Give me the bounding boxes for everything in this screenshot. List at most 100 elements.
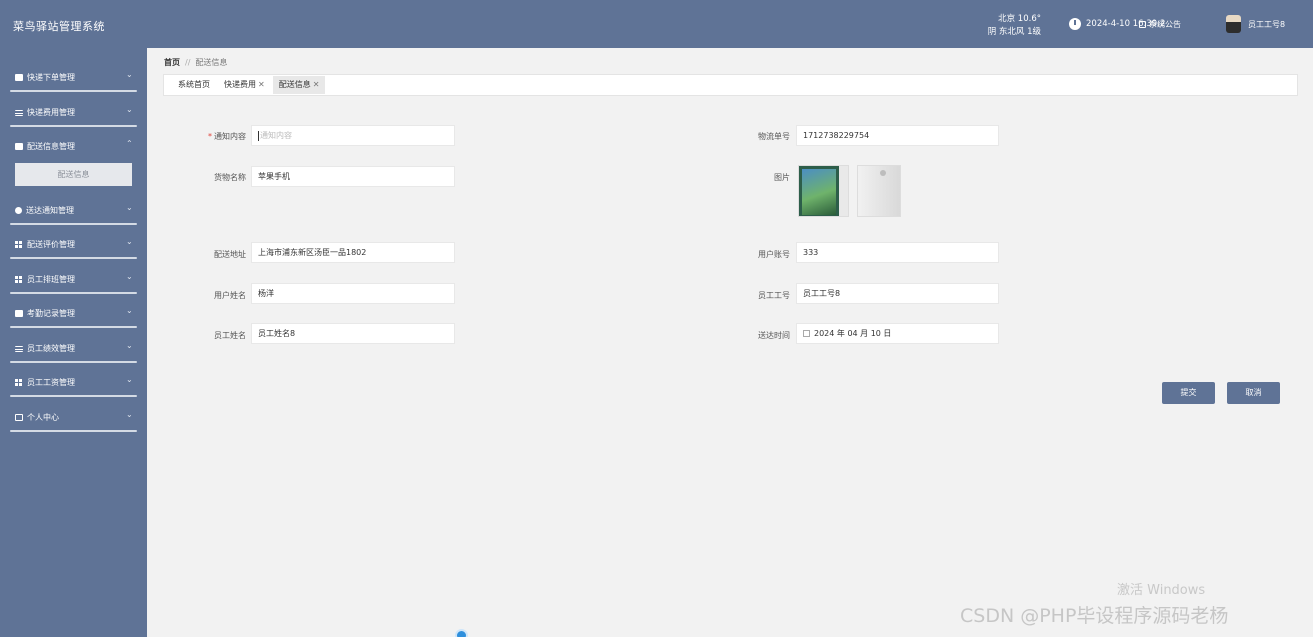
top-bar: 菜鸟驿站管理系统 北京 10.6° 阴 东北风 1级 2024-4-10 16:… bbox=[0, 0, 1313, 48]
tracking-no-field[interactable]: 1712738229754 bbox=[796, 125, 999, 146]
text-cursor bbox=[258, 130, 259, 141]
address-label: 配送地址 bbox=[214, 250, 246, 259]
sidebar-item-label: 快递费用管理 bbox=[27, 108, 75, 117]
delivered-time-label: 送达时间 bbox=[758, 331, 790, 340]
sidebar-item-delivery-review[interactable]: 配送评价管理 ⌄ bbox=[0, 225, 147, 259]
phone-front-image[interactable] bbox=[798, 165, 849, 217]
sidebar-item-express-order[interactable]: 快递下单管理 ⌄ bbox=[0, 58, 147, 92]
chevron-down-icon: ⌄ bbox=[126, 105, 133, 114]
app-title: 菜鸟驿站管理系统 bbox=[13, 20, 105, 33]
sidebar: 快递下单管理 ⌄ 快递费用管理 ⌄ 配送信息管理 ⌃ 配送信息 送达通知管理 ⌄… bbox=[0, 48, 147, 637]
weather-widget: 北京 10.6° 阴 东北风 1级 bbox=[985, 13, 1041, 39]
tab-label: 配送信息 bbox=[278, 80, 311, 89]
chevron-down-icon: ⌄ bbox=[126, 203, 133, 212]
sidebar-item-personal-center[interactable]: 个人中心 ⌄ bbox=[0, 398, 147, 432]
system-notice-label: 系统公告 bbox=[1149, 20, 1181, 29]
notify-content-input[interactable]: 通知内容 bbox=[251, 125, 455, 146]
calendar-icon bbox=[803, 330, 810, 337]
chevron-down-icon: ⌄ bbox=[126, 306, 133, 315]
goods-name-label: 货物名称 bbox=[214, 173, 246, 182]
clock-icon bbox=[1069, 18, 1081, 30]
grid-icon bbox=[15, 379, 23, 386]
sidebar-item-label: 个人中心 bbox=[27, 413, 59, 422]
sidebar-item-attendance[interactable]: 考勤记录管理 ⌄ bbox=[0, 294, 147, 328]
pin-icon bbox=[15, 207, 22, 214]
avatar bbox=[1226, 15, 1241, 33]
required-mark: * bbox=[208, 132, 212, 141]
staff-name-field[interactable]: 员工姓名8 bbox=[251, 323, 455, 344]
sidebar-item-label: 员工绩效管理 bbox=[27, 344, 75, 353]
chevron-down-icon: ⌄ bbox=[126, 375, 133, 384]
close-icon[interactable]: ✕ bbox=[258, 80, 265, 89]
grid-icon bbox=[15, 276, 23, 283]
sidebar-item-label: 送达通知管理 bbox=[26, 206, 74, 215]
sidebar-item-label: 配送信息管理 bbox=[27, 142, 75, 151]
sliders-icon bbox=[15, 345, 23, 352]
menu-divider bbox=[10, 395, 137, 397]
tab-bar: 系统首页 快递费用 ✕ 配送信息 ✕ bbox=[163, 74, 1298, 96]
user-name-field[interactable]: 杨洋 bbox=[251, 283, 455, 304]
address-field[interactable]: 上海市浦东新区汤臣一品1802 bbox=[251, 242, 455, 263]
placeholder-text: 通知内容 bbox=[260, 131, 292, 140]
sidebar-item-label: 考勤记录管理 bbox=[27, 309, 75, 318]
speaker-icon bbox=[1139, 21, 1146, 28]
breadcrumb-current: 配送信息 bbox=[195, 58, 228, 67]
sidebar-item-performance[interactable]: 员工绩效管理 ⌄ bbox=[0, 329, 147, 363]
notify-content-label: * 通知内容 bbox=[176, 131, 246, 142]
user-account-label: 用户账号 bbox=[758, 250, 790, 259]
weather-wind: 阴 东北风 1级 bbox=[987, 27, 1041, 37]
list-icon bbox=[15, 109, 23, 116]
tab-label: 快递费用 bbox=[224, 80, 256, 89]
close-icon[interactable]: ✕ bbox=[313, 80, 320, 89]
tab-express-fee[interactable]: 快递费用 ✕ bbox=[218, 76, 271, 94]
weather-temp: 北京 10.6° bbox=[998, 14, 1041, 24]
menu-divider bbox=[10, 430, 137, 432]
staff-no-label: 员工工号 bbox=[758, 291, 790, 300]
menu-divider bbox=[10, 257, 137, 259]
sidebar-item-express-fee[interactable]: 快递费用管理 ⌄ bbox=[0, 93, 147, 127]
menu-divider bbox=[10, 326, 137, 328]
breadcrumb-home[interactable]: 首页 bbox=[164, 58, 180, 67]
tab-label: 系统首页 bbox=[178, 80, 210, 89]
windows-activation-watermark: 激活 Windows bbox=[1117, 583, 1206, 598]
phone-back-image[interactable] bbox=[857, 165, 901, 217]
delivered-time-picker[interactable]: 2024 年 04 月 10 日 bbox=[796, 323, 999, 344]
monitor-icon bbox=[15, 74, 23, 81]
chevron-down-icon: ⌄ bbox=[126, 410, 133, 419]
user-menu[interactable]: 员工工号8 bbox=[1226, 15, 1285, 33]
sidebar-item-delivery-info[interactable]: 配送信息管理 ⌃ bbox=[0, 127, 147, 161]
chevron-down-icon: ⌄ bbox=[126, 70, 133, 79]
staff-name-label: 员工姓名 bbox=[214, 331, 246, 340]
id-card-icon bbox=[15, 414, 23, 421]
tab-system-home[interactable]: 系统首页 bbox=[172, 76, 216, 94]
product-images bbox=[798, 165, 901, 217]
grid-icon bbox=[15, 241, 23, 248]
sidebar-item-staff-schedule[interactable]: 员工排班管理 ⌄ bbox=[0, 260, 147, 294]
chevron-down-icon: ⌄ bbox=[126, 237, 133, 246]
floating-scroll-handle[interactable] bbox=[455, 629, 468, 637]
menu-divider bbox=[10, 90, 137, 92]
staff-no-field[interactable]: 员工工号8 bbox=[796, 283, 999, 304]
label-text: 通知内容 bbox=[214, 132, 246, 141]
sidebar-item-label: 快递下单管理 bbox=[27, 73, 75, 82]
submit-button[interactable]: 提交 bbox=[1162, 382, 1215, 404]
sidebar-item-salary[interactable]: 员工工资管理 ⌄ bbox=[0, 363, 147, 397]
goods-name-field[interactable]: 苹果手机 bbox=[251, 166, 455, 187]
user-name-label: 用户姓名 bbox=[214, 291, 246, 300]
csdn-watermark: CSDN @PHP毕设程序源码老杨 bbox=[960, 605, 1229, 627]
image-label: 图片 bbox=[774, 173, 790, 182]
user-account-field[interactable]: 333 bbox=[796, 242, 999, 263]
submenu-delivery-info[interactable]: 配送信息 bbox=[15, 163, 132, 186]
sidebar-item-label: 员工排班管理 bbox=[27, 275, 75, 284]
breadcrumb: 首页 // 配送信息 bbox=[164, 57, 227, 68]
chevron-down-icon: ⌄ bbox=[126, 341, 133, 350]
chevron-down-icon: ⌄ bbox=[126, 272, 133, 281]
tab-delivery-info[interactable]: 配送信息 ✕ bbox=[272, 76, 326, 94]
cancel-button[interactable]: 取消 bbox=[1227, 382, 1280, 404]
date-value: 2024 年 04 月 10 日 bbox=[814, 329, 892, 338]
chevron-up-icon: ⌃ bbox=[126, 139, 133, 148]
user-name: 员工工号8 bbox=[1248, 19, 1286, 29]
breadcrumb-separator: // bbox=[185, 58, 191, 67]
sidebar-item-delivery-notice[interactable]: 送达通知管理 ⌄ bbox=[0, 191, 147, 225]
system-notice-button[interactable]: 系统公告 bbox=[1139, 19, 1181, 30]
